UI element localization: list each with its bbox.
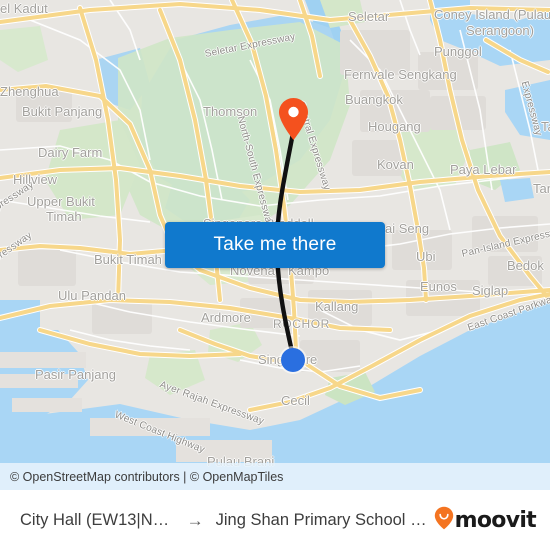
arrow-right-icon: → (186, 510, 204, 530)
origin-station-label[interactable]: City Hall (EW13|NS... (20, 511, 175, 530)
map-canvas[interactable]: el Kadut Seletar Coney Island (Pulau Serang… (0, 0, 550, 490)
map-attribution-text[interactable]: © OpenStreetMap contributors | © OpenMap… (10, 470, 283, 484)
route-footer-bar: City Hall (EW13|NS... → Jing Shan Primar… (0, 490, 550, 550)
take-me-there-button[interactable]: Take me there (165, 222, 385, 268)
map-attribution-bar: © OpenStreetMap contributors | © OpenMap… (0, 463, 550, 490)
route-summary: City Hall (EW13|NS... → Jing Shan Primar… (20, 511, 434, 530)
moovit-wordmark: moovit (454, 507, 537, 533)
origin-location-dot (281, 348, 305, 372)
destination-map-pin-icon[interactable] (278, 97, 309, 141)
cta-label: Take me there (213, 234, 337, 255)
moovit-pin-icon (434, 506, 454, 535)
moovit-map-screen: el Kadut Seletar Coney Island (Pulau Serang… (0, 0, 550, 550)
destination-stop-label[interactable]: Jing Shan Primary School Fi... (216, 511, 434, 530)
moovit-logo[interactable]: moovit (434, 506, 537, 535)
